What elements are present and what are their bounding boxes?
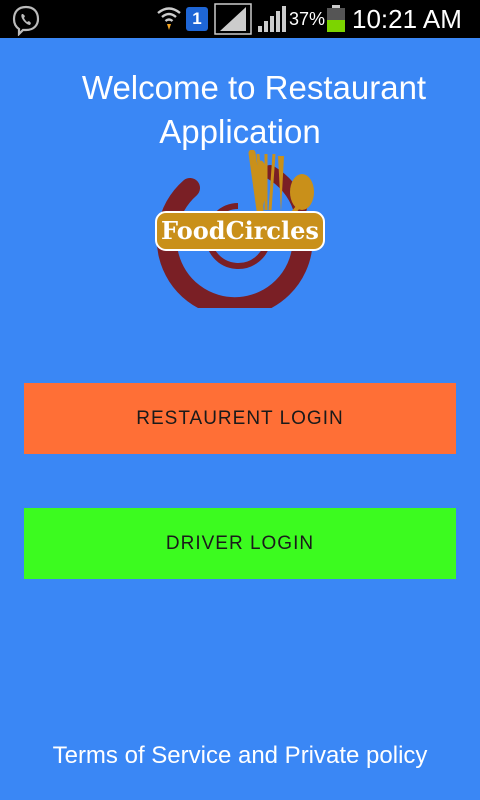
viber-icon [12,5,40,36]
restaurant-login-button[interactable]: RESTAURENT LOGIN [24,383,456,454]
welcome-title: Welcome to Restaurant Application [0,66,480,154]
battery-percent: 37% [289,9,326,29]
battery-icon [327,5,345,32]
wifi-icon [157,7,181,30]
status-bar: 1 37% 10:21 AM [0,0,480,38]
sim-icon: 1 [186,7,208,31]
welcome-line-2: Application [159,113,321,150]
terms-link[interactable]: Terms of Service and Private policy [0,742,480,770]
welcome-line-1: Welcome to Restaurant [81,69,427,106]
signal-icon [214,3,252,35]
logo-text: FoodCircles [161,216,319,245]
driver-login-button[interactable]: DRIVER LOGIN [24,508,456,579]
clock: 10:21 AM [352,4,462,34]
signal-bars-icon [258,6,286,32]
